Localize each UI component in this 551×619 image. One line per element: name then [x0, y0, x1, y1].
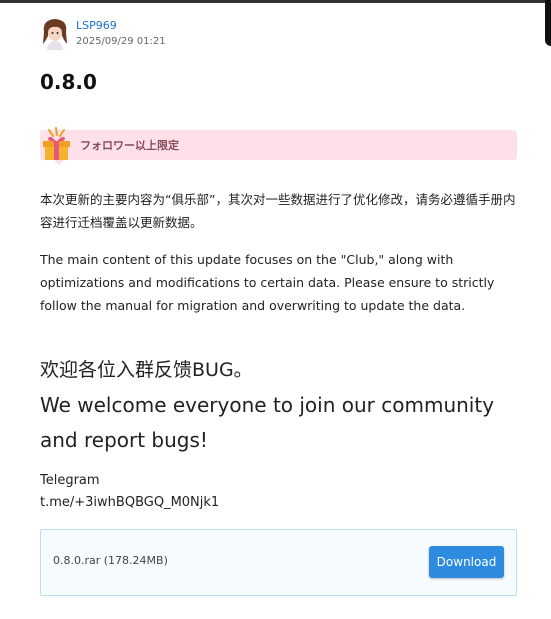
download-box: 0.8.0.rar (178.24MB) Download: [40, 529, 517, 596]
community-headline-en: We welcome everyone to join our communit…: [40, 393, 495, 452]
avatar[interactable]: [40, 16, 70, 50]
author-block: LSP969 2025/09/29 01:21: [40, 16, 166, 50]
download-button[interactable]: Download: [429, 546, 504, 578]
window-edge: [545, 0, 551, 46]
community-headline-cn: 欢迎各位入群反馈BUG。: [40, 359, 253, 381]
gift-icon: [40, 126, 76, 162]
file-name-size: 0.8.0.rar (178.24MB): [53, 554, 168, 567]
limit-label: フォロワー以上限定: [80, 139, 179, 152]
follower-limit-banner: フォロワー以上限定: [40, 127, 517, 165]
telegram-label: Telegram: [40, 473, 100, 488]
banner-pointer: [54, 160, 64, 165]
author-name[interactable]: LSP969: [76, 17, 166, 35]
post-date: 2025/09/29 01:21: [76, 36, 166, 47]
telegram-link[interactable]: t.me/+3iwhBQBGQ_M0Njk1: [40, 492, 520, 513]
update-description-cn: 本次更新的主要内容为“俱乐部”，其次对一些数据进行了优化修改，请务必遵循手册内容…: [40, 192, 516, 230]
post-title: 0.8.0: [40, 70, 97, 94]
top-bar: [0, 0, 551, 3]
update-description-en: The main content of this update focuses …: [40, 252, 495, 313]
